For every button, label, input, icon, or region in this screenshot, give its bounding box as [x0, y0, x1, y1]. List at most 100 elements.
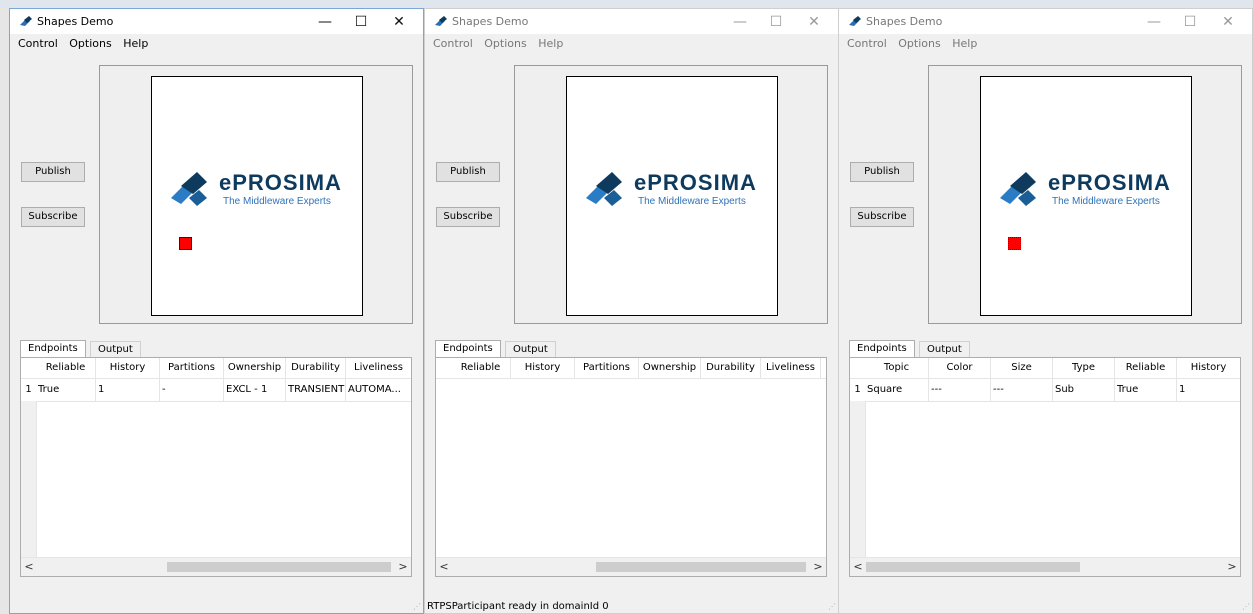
logo-wordmark: ePROSIMA [634, 170, 757, 195]
subscribe-button[interactable]: Subscribe [436, 207, 500, 227]
app-logo-icon [849, 16, 861, 26]
scroll-right-arrow[interactable]: > [810, 558, 826, 576]
table-row[interactable]: 1 Square --- --- Sub True 1 [850, 379, 1240, 402]
shapes-demo-window-1: Shapes Demo — ☐ ✕ Control Options Help P… [9, 8, 424, 614]
column-header[interactable]: Durability [701, 358, 761, 378]
tab-endpoints[interactable]: Endpoints [20, 340, 86, 358]
resize-grip[interactable]: ⋰ [413, 602, 421, 611]
horizontal-scrollbar[interactable]: < > [21, 557, 411, 576]
tab-endpoints[interactable]: Endpoints [849, 340, 915, 358]
publish-button[interactable]: Publish [850, 162, 914, 182]
shape-canvas[interactable]: ePROSIMA The Middleware Experts [151, 76, 363, 316]
red-square-shape[interactable] [1008, 237, 1021, 250]
endpoints-table: Topic Color Size Type Reliable History 1… [849, 357, 1241, 577]
minimize-button[interactable]: — [307, 12, 343, 32]
minimize-button[interactable]: — [1136, 12, 1172, 32]
menu-options[interactable]: Options [484, 37, 526, 50]
column-header[interactable]: Size [991, 358, 1053, 378]
publish-button[interactable]: Publish [436, 162, 500, 182]
resize-grip[interactable]: ⋰ [1242, 602, 1250, 611]
horizontal-scrollbar[interactable]: < > [436, 557, 826, 576]
column-header[interactable]: Color [929, 358, 991, 378]
close-button[interactable]: ✕ [796, 12, 832, 32]
column-header[interactable]: Ownership [639, 358, 701, 378]
column-header[interactable]: Partitions [575, 358, 639, 378]
column-header[interactable]: History [1177, 358, 1240, 378]
subscribe-button[interactable]: Subscribe [21, 207, 85, 227]
tab-output[interactable]: Output [90, 341, 141, 357]
column-header[interactable]: Reliable [1115, 358, 1177, 378]
eprosima-logo-icon [586, 172, 622, 206]
eprosima-logo: ePROSIMA The Middleware Experts [161, 166, 351, 216]
eprosima-logo-icon [1000, 172, 1036, 206]
table-cell: Sub [1053, 379, 1115, 401]
shapes-demo-window-3: Shapes Demo — ☐ ✕ Control Options Help P… [838, 8, 1253, 614]
red-square-shape[interactable] [179, 237, 192, 250]
scrollbar-thumb[interactable] [866, 562, 1080, 572]
scroll-left-arrow[interactable]: < [436, 558, 452, 576]
column-header[interactable]: Topic [865, 358, 929, 378]
horizontal-scrollbar[interactable]: < > [850, 557, 1240, 576]
table-cell: 1 [1177, 379, 1240, 401]
table-cell: True [36, 379, 96, 401]
scroll-left-arrow[interactable]: < [850, 558, 866, 576]
endpoints-table: Reliable History Partitions Ownership Du… [435, 357, 827, 577]
menu-control[interactable]: Control [433, 37, 473, 50]
table-cell: True [1115, 379, 1177, 401]
column-header[interactable]: Ownership [224, 358, 286, 378]
window-title: Shapes Demo [37, 15, 114, 28]
table-cell: AUTOMA... [346, 379, 411, 401]
publish-button[interactable]: Publish [21, 162, 85, 182]
resize-grip[interactable]: ⋰ [828, 602, 836, 611]
app-logo-icon [20, 16, 32, 26]
scroll-right-arrow[interactable]: > [1224, 558, 1240, 576]
column-header[interactable]: Partitions [160, 358, 224, 378]
menu-options[interactable]: Options [898, 37, 940, 50]
row-gutter [850, 401, 866, 558]
column-header[interactable]: Liveliness [761, 358, 821, 378]
menu-options[interactable]: Options [69, 37, 111, 50]
menu-help[interactable]: Help [123, 37, 148, 50]
shape-canvas[interactable]: ePROSIMA The Middleware Experts [980, 76, 1192, 316]
menu-bar: Control Options Help [839, 37, 1252, 55]
menu-help[interactable]: Help [538, 37, 563, 50]
table-header: Topic Color Size Type Reliable History [850, 358, 1240, 379]
column-header[interactable]: History [511, 358, 575, 378]
column-header[interactable]: Reliable [36, 358, 96, 378]
maximize-button[interactable]: ☐ [1172, 12, 1208, 32]
maximize-button[interactable]: ☐ [343, 12, 379, 32]
scrollbar-thumb[interactable] [167, 562, 391, 572]
column-header[interactable]: Liveliness [346, 358, 411, 378]
eprosima-logo: ePROSIMA The Middleware Experts [576, 166, 766, 216]
close-button[interactable]: ✕ [1210, 12, 1246, 32]
column-header[interactable]: Durability [286, 358, 346, 378]
menu-help[interactable]: Help [952, 37, 977, 50]
app-logo-icon [435, 16, 447, 26]
subscribe-button[interactable]: Subscribe [850, 207, 914, 227]
shape-canvas[interactable]: ePROSIMA The Middleware Experts [566, 76, 778, 316]
minimize-button[interactable]: — [722, 12, 758, 32]
tab-output[interactable]: Output [505, 341, 556, 357]
tab-endpoints[interactable]: Endpoints [435, 340, 501, 358]
close-button[interactable]: ✕ [381, 12, 417, 32]
window-title: Shapes Demo [866, 15, 943, 28]
title-bar[interactable]: Shapes Demo — ☐ ✕ [839, 9, 1252, 34]
maximize-button[interactable]: ☐ [758, 12, 794, 32]
scroll-right-arrow[interactable]: > [395, 558, 411, 576]
menu-control[interactable]: Control [847, 37, 887, 50]
logo-wordmark: ePROSIMA [1048, 170, 1171, 195]
table-row[interactable]: 1 True 1 - EXCL - 1 TRANSIENT AUTOMA... [21, 379, 411, 402]
tab-output[interactable]: Output [919, 341, 970, 357]
canvas-panel: ePROSIMA The Middleware Experts [99, 65, 413, 324]
endpoints-table: Reliable History Partitions Ownership Du… [20, 357, 412, 577]
column-header[interactable]: History [96, 358, 160, 378]
title-bar[interactable]: Shapes Demo — ☐ ✕ [425, 9, 838, 34]
eprosima-logo-icon [171, 172, 207, 206]
column-header[interactable]: Reliable [451, 358, 511, 378]
menu-control[interactable]: Control [18, 37, 58, 50]
column-header[interactable]: Type [1053, 358, 1115, 378]
title-bar[interactable]: Shapes Demo — ☐ ✕ [10, 9, 423, 34]
scrollbar-thumb[interactable] [596, 562, 806, 572]
row-number: 1 [854, 384, 861, 395]
scroll-left-arrow[interactable]: < [21, 558, 37, 576]
